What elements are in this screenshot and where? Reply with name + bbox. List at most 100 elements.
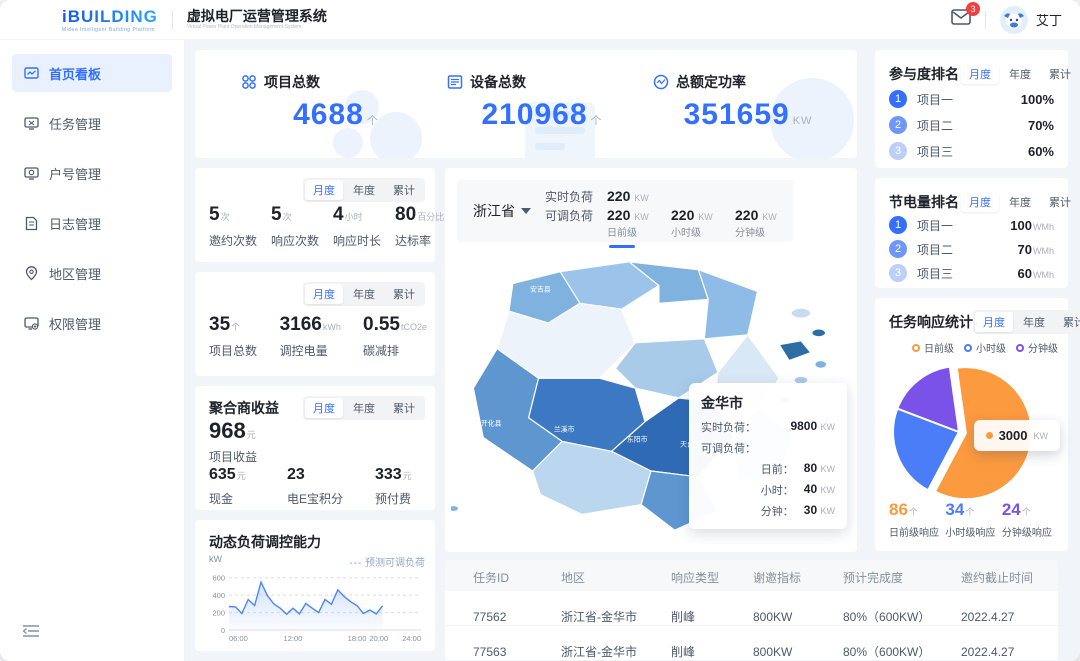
level-minute[interactable]: 220 KW 分钟级 <box>735 207 799 239</box>
province-select[interactable]: 浙江省 <box>457 201 545 221</box>
svg-text:东阳市: 东阳市 <box>627 434 648 443</box>
tab-cumulative[interactable]: 累计 <box>385 284 423 304</box>
sidebar-item-label: 权限管理 <box>49 314 101 333</box>
user-name: 艾丁 <box>1036 10 1062 29</box>
svg-text:600: 600 <box>212 574 225 583</box>
sidebar-item-label: 日志管理 <box>49 214 101 233</box>
svg-text:0: 0 <box>221 626 225 635</box>
sidebar-item-label: 任务管理 <box>49 114 101 133</box>
kpi-label: 总额定功率 <box>676 72 746 92</box>
mail-button[interactable]: 3 <box>951 9 971 30</box>
period-tabs: 月度 年度 累计 <box>303 178 425 202</box>
level-hourly[interactable]: 220 KW 小时级 <box>671 207 735 239</box>
stat-regulated-energy: 3166kWh 调控电量 <box>280 314 349 359</box>
task-response-title: 任务响应统计 <box>889 312 973 332</box>
kpi-label: 项目总数 <box>264 72 320 92</box>
app-title-block: 虚拟电厂运营管理系统 Virtual Power Plant Operation… <box>187 9 327 30</box>
kpi-devices: 设备总数 210968个 <box>447 72 637 132</box>
table-row[interactable]: 77563浙江省-金华市 削峰800KW 80%（600KW）2022.4.27… <box>445 626 1058 661</box>
sidebar-item-tasks[interactable]: 任务管理 <box>12 104 172 142</box>
tab-cumulative[interactable]: 累计 <box>385 180 423 200</box>
tab-month[interactable]: 月度 <box>961 192 999 212</box>
rank-row-1: 1 项目一 100WMh <box>889 216 1054 234</box>
stat-minute-responses: 24个 分钟级响应 <box>1002 500 1058 539</box>
stat-cash: 635元 现金 <box>209 466 273 507</box>
rank-row-1: 1 项目一 100% <box>889 90 1054 108</box>
realtime-load-row: 实时负荷 220 KW <box>545 188 799 205</box>
active-level-indicator <box>609 245 635 248</box>
tab-month[interactable]: 月度 <box>961 64 999 84</box>
sidebar-item-accounts[interactable]: 户号管理 <box>12 154 172 192</box>
tab-year[interactable]: 年度 <box>345 284 383 304</box>
tab-cumulative[interactable]: 累计 <box>385 398 423 418</box>
location-pin-icon <box>24 266 39 281</box>
map-card: 浙江省 实时负荷 220 KW 可调负荷 220 KW 日前级 <box>445 168 857 552</box>
logo-text: iBUILDING <box>62 7 158 27</box>
load-chart-title: 动态负荷调控能力 <box>209 532 321 552</box>
tab-month[interactable]: 月度 <box>305 180 343 200</box>
dashboard-icon <box>24 66 39 81</box>
period-tabs: 月度 年度 累计 <box>303 282 425 306</box>
legend-day-ahead[interactable]: 日前级 <box>912 340 954 355</box>
tab-year[interactable]: 年度 <box>1001 64 1039 84</box>
rank-row-2: 2 项目二 70% <box>889 116 1054 134</box>
tab-year[interactable]: 年度 <box>1015 312 1053 332</box>
sidebar-item-logs[interactable]: 日志管理 <box>12 204 172 242</box>
svg-text:20:00: 20:00 <box>369 634 388 643</box>
kpi-unit: 个 <box>591 115 603 127</box>
tab-year[interactable]: 年度 <box>345 398 383 418</box>
svg-text:400: 400 <box>212 591 225 600</box>
devices-icon <box>447 74 463 90</box>
tab-month[interactable]: 月度 <box>975 312 1013 332</box>
map-header: 浙江省 实时负荷 220 KW 可调负荷 220 KW 日前级 <box>457 180 793 242</box>
tab-month[interactable]: 月度 <box>305 398 343 418</box>
tab-year[interactable]: 年度 <box>345 180 383 200</box>
level-day-ahead[interactable]: 220 KW 日前级 <box>607 207 671 239</box>
header-divider <box>172 10 173 30</box>
log-document-icon <box>24 216 39 231</box>
account-monitor-icon <box>24 166 39 181</box>
tab-month[interactable]: 月度 <box>305 284 343 304</box>
period-tabs: 月度 年度 累计 <box>303 396 425 420</box>
saving-rank-title: 节电量排名 <box>889 192 959 212</box>
tab-cumulative[interactable]: 累计 <box>1041 192 1079 212</box>
invite-stats-card: 月度 年度 累计 5次 邀约次数 5次 响应次数 4小时 响应时长 80百 <box>195 168 435 262</box>
svg-text:兰溪市: 兰溪市 <box>554 425 575 434</box>
sidebar-item-dashboard[interactable]: 首页看板 <box>12 54 172 92</box>
aggregator-revenue: 968元 <box>209 418 256 444</box>
rank-row-3: 3 项目三 60% <box>889 142 1054 160</box>
legend-minute[interactable]: 分钟级 <box>1016 340 1058 355</box>
tab-cumulative[interactable]: 累计 <box>1055 312 1080 332</box>
legend-hourly[interactable]: 小时级 <box>964 340 1006 355</box>
rank-row-3: 3 项目三 60WMh <box>889 264 1054 282</box>
rank-row-2: 2 项目二 70WMh <box>889 240 1054 258</box>
sidebar-item-regions[interactable]: 地区管理 <box>12 254 172 292</box>
load-chart-card: 动态负荷调控能力 --- 预测可调负荷 kW 020040060006:0012… <box>195 520 435 651</box>
kpi-value: 4688 <box>293 98 364 131</box>
sidebar-item-label: 地区管理 <box>49 264 101 283</box>
user-menu[interactable]: 艾丁 <box>1000 6 1062 34</box>
adjustable-load-row: 可调负荷 220 KW 日前级 220 KW 小时级 220 KW 分钟 <box>545 207 799 239</box>
tab-year[interactable]: 年度 <box>1001 192 1039 212</box>
table-row[interactable]: 77562浙江省-金华市 削峰800KW 80%（600KW）2022.4.27… <box>445 591 1058 626</box>
period-tabs: 月度 年度 累计 <box>973 310 1080 334</box>
task-response-card: 任务响应统计 月度 年度 累计 日前级 小时级 分钟级 3000 KW <box>875 298 1068 551</box>
legend-ring-icon <box>1016 344 1024 352</box>
app-title: 虚拟电厂运营管理系统 <box>187 9 327 24</box>
stat-project-total: 35个 项目总数 <box>209 314 266 359</box>
legend-ring-icon <box>964 344 972 352</box>
sidebar-collapse-button[interactable] <box>22 624 40 643</box>
stat-points: 23 电E宝积分 <box>287 466 361 507</box>
saving-rank-card: 节电量排名 月度 年度 累计 1 项目一 100WMh 2 项目二 70WMh … <box>875 178 1068 288</box>
sidebar-item-permissions[interactable]: 权限管理 <box>12 304 172 342</box>
permission-monitor-icon <box>24 316 39 331</box>
svg-text:24:00: 24:00 <box>402 634 421 643</box>
tooltip-dot-icon <box>986 432 993 439</box>
revenue-title: 聚合商收益 <box>209 398 279 418</box>
map-tooltip: 金华市 实时负荷： 9800 KW 可调负荷： 日前： 80 KW 小时： 40… <box>689 383 847 529</box>
tab-cumulative[interactable]: 累计 <box>1041 64 1079 84</box>
table-header-row: 任务ID地区 响应类型谢邀指标 预计完成度邀约截止时间 状态 <box>445 560 1058 591</box>
collapse-menu-icon <box>22 624 40 638</box>
brand-logo: iBUILDING Midea Intelligent Building Pla… <box>62 7 158 33</box>
y-axis-unit: kW <box>209 554 222 564</box>
